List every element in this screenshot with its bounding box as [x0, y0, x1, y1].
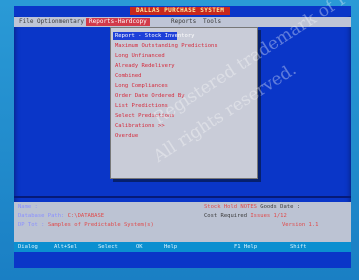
reports-dropdown-menu: Report - Stock Inventory Maximum Outstan…: [110, 27, 258, 179]
key-f1-help[interactable]: F1 Help: [234, 243, 257, 251]
dropdown-item-outstanding[interactable]: Maximum Outstanding Predictions: [115, 42, 218, 50]
status-dp-value: Samples of Predictable System(s): [47, 222, 154, 228]
status-dp-total: DP Tot : Samples of Predictable System(s…: [18, 222, 154, 229]
status-name-label: Name :: [18, 204, 38, 210]
title-bar: DALLAS PURCHASE SYSTEM: [14, 6, 351, 16]
status-cost-label: Cost Required: [204, 213, 248, 219]
status-database-label: Database Path:: [18, 213, 65, 219]
menu-tools[interactable]: Tools: [200, 18, 224, 26]
dropdown-item-list-predictions[interactable]: List Predictions: [115, 102, 168, 110]
dropdown-item-combined[interactable]: Combined: [115, 72, 142, 80]
status-version: Version 1.1: [282, 222, 319, 228]
status-database-value: C:\DATABASE: [67, 213, 105, 219]
key-ok[interactable]: OK: [136, 243, 143, 251]
dropdown-item-calibrations[interactable]: Calibrations >>: [115, 122, 165, 130]
status-cost-value: Issues 1/12: [250, 213, 287, 219]
menu-reports-hardcopy[interactable]: Reports-Hardcopy: [86, 18, 150, 26]
menu-reports[interactable]: Reports: [168, 18, 199, 26]
status-cost: Cost Required Issues 1/12: [204, 213, 287, 220]
dropdown-item-redelivery[interactable]: Already Redelivery: [115, 62, 175, 70]
status-stock-hold-label: Stock Hold NOTES: [204, 204, 257, 210]
menu-bar: File Optionmentary Reports-Hardcopy Repo…: [14, 17, 351, 27]
monitor-bezel: DALLAS PURCHASE SYSTEM File Optionmentar…: [0, 0, 359, 280]
dropdown-item-stock-inventory[interactable]: Report - Stock Inventory: [113, 32, 194, 40]
status-stock-hold: Stock Hold NOTES Goods Date :: [204, 204, 300, 211]
screen-divider: [14, 196, 351, 198]
app-title: DALLAS PURCHASE SYSTEM: [130, 7, 231, 15]
key-select[interactable]: Select: [98, 243, 118, 251]
status-goods-date: Goods Date :: [260, 204, 301, 210]
dos-screen: DALLAS PURCHASE SYSTEM File Optionmentar…: [14, 6, 351, 268]
dropdown-item-order-date[interactable]: Order Date Ordered By: [115, 92, 185, 100]
function-key-bar: Dialog Alt+Sel Select OK Help F1 Help Sh…: [14, 242, 351, 252]
key-help[interactable]: Help: [164, 243, 177, 251]
dropdown-item-select-predictions[interactable]: Select Predictions: [115, 112, 175, 120]
key-shift[interactable]: Shift: [290, 243, 307, 251]
status-dp-label: DP Tot :: [18, 222, 45, 228]
dropdown-item-long-unfinanced[interactable]: Long Unfinanced: [115, 52, 165, 60]
status-panel: Name : Database Path: C:\DATABASE DP Tot…: [14, 202, 351, 242]
menu-optionmentary[interactable]: Optionmentary: [34, 18, 87, 26]
key-dialog[interactable]: Dialog: [18, 243, 38, 251]
bottom-strip: [14, 252, 351, 268]
key-alt-sel[interactable]: Alt+Sel: [54, 243, 77, 251]
status-database-path: Database Path: C:\DATABASE: [18, 213, 104, 220]
dropdown-item-overdue[interactable]: Overdue: [115, 132, 138, 140]
dropdown-item-compliances[interactable]: Long Compliances: [115, 82, 168, 90]
